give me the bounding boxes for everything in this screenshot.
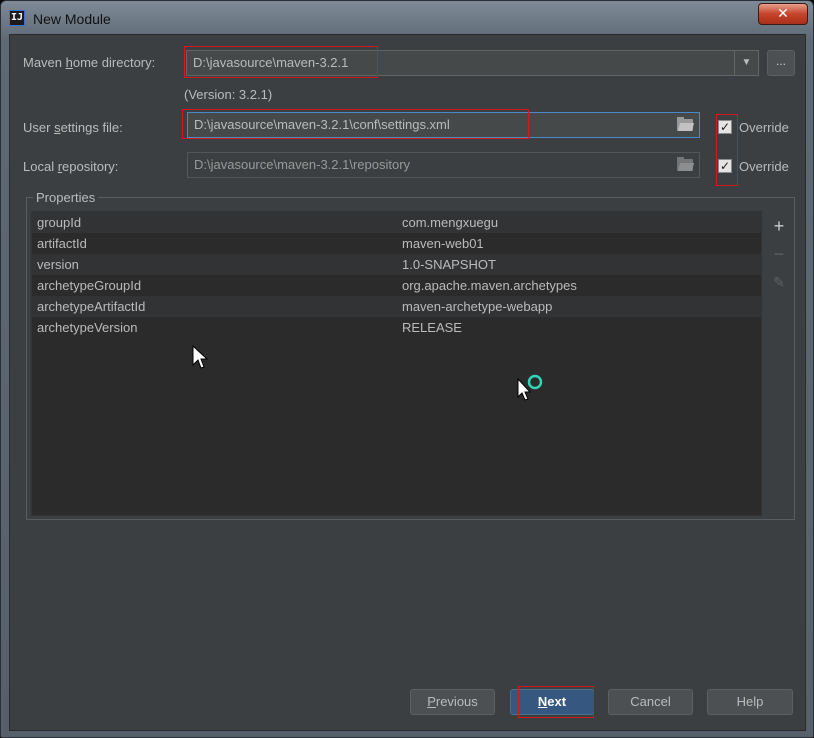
window-title: New Module <box>33 11 111 27</box>
title-bar[interactable]: IJ New Module ✕ <box>1 1 813 35</box>
property-key: archetypeVersion <box>37 320 138 335</box>
help-button[interactable]: Help <box>707 689 793 715</box>
user-settings-value: D:\javasource\maven-3.2.1\conf\settings.… <box>194 117 450 132</box>
folder-icon[interactable] <box>677 117 695 131</box>
local-repository-value: D:\javasource\maven-3.2.1\repository <box>194 157 411 172</box>
properties-group: Properties groupId com.mengxuegu artifac… <box>26 190 795 520</box>
maven-home-label: Maven home directory: <box>23 55 156 70</box>
edit-icon[interactable]: ✎ <box>766 271 792 293</box>
property-key: groupId <box>37 215 82 230</box>
maven-version-text: (Version: 3.2.1) <box>184 87 273 102</box>
property-value[interactable]: com.mengxuegu <box>402 212 498 233</box>
previous-button[interactable]: Previous <box>410 689 495 715</box>
busy-cursor-icon <box>517 374 543 401</box>
folder-icon[interactable] <box>677 157 695 171</box>
properties-toolbar: + − ✎ <box>766 211 792 516</box>
cancel-button[interactable]: Cancel <box>608 689 693 715</box>
maven-home-browse-button[interactable]: ... <box>767 50 795 76</box>
property-value[interactable]: org.apache.maven.archetypes <box>402 275 577 296</box>
remove-icon[interactable]: − <box>766 243 792 265</box>
table-row[interactable]: archetypeVersion RELEASE <box>32 317 761 338</box>
property-key: artifactId <box>37 236 87 251</box>
maven-home-value: D:\javasource\maven-3.2.1 <box>193 55 349 70</box>
dialog-content: Maven home directory: D:\javasource\mave… <box>9 34 806 731</box>
add-icon[interactable]: + <box>766 215 792 237</box>
property-key: archetypeArtifactId <box>37 299 146 314</box>
property-value[interactable]: RELEASE <box>402 317 462 338</box>
mouse-pointer-icon <box>192 345 208 369</box>
properties-title: Properties <box>33 190 99 205</box>
new-module-window: IJ New Module ✕ Maven home directory: D:… <box>0 0 814 738</box>
next-button[interactable]: Next <box>510 689 594 715</box>
override-repository-label: Override <box>739 159 789 174</box>
user-settings-label: User settings file: <box>23 120 123 135</box>
property-key: version <box>37 257 79 272</box>
override-repository-checkbox[interactable]: ✓ <box>718 159 732 173</box>
table-row[interactable]: version 1.0-SNAPSHOT <box>32 254 761 275</box>
chevron-down-icon[interactable]: ▼ <box>734 51 758 75</box>
override-settings-label: Override <box>739 120 789 135</box>
properties-table[interactable]: groupId com.mengxuegu artifactId maven-w… <box>31 211 762 516</box>
table-row[interactable]: archetypeGroupId org.apache.maven.archet… <box>32 275 761 296</box>
local-repository-label: Local repository: <box>23 159 119 174</box>
property-value[interactable]: maven-archetype-webapp <box>402 296 552 317</box>
user-settings-field[interactable]: D:\javasource\maven-3.2.1\conf\settings.… <box>187 112 700 138</box>
property-value[interactable]: maven-web01 <box>402 233 484 254</box>
property-value[interactable]: 1.0-SNAPSHOT <box>402 254 496 275</box>
table-row[interactable]: groupId com.mengxuegu <box>32 212 761 233</box>
table-row[interactable]: artifactId maven-web01 <box>32 233 761 254</box>
intellij-app-icon: IJ <box>9 10 25 26</box>
maven-home-combo[interactable]: D:\javasource\maven-3.2.1 ▼ <box>186 50 759 76</box>
local-repository-field[interactable]: D:\javasource\maven-3.2.1\repository <box>187 152 700 178</box>
override-settings-checkbox[interactable]: ✓ <box>718 120 732 134</box>
table-row[interactable]: archetypeArtifactId maven-archetype-weba… <box>32 296 761 317</box>
close-button[interactable]: ✕ <box>758 3 808 25</box>
property-key: archetypeGroupId <box>37 278 142 293</box>
